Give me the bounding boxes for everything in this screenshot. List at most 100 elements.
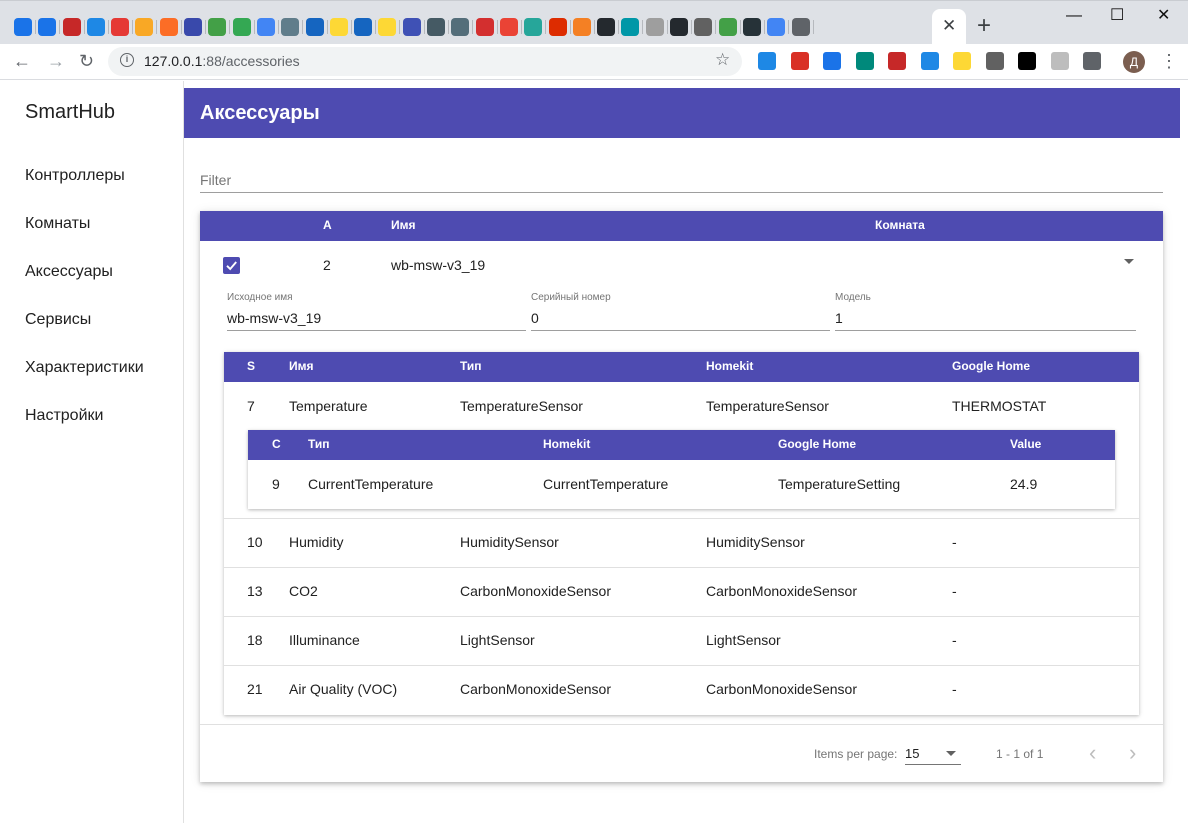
col-char-value[interactable]: Value <box>1010 437 1041 451</box>
extension-icon[interactable] <box>855 52 874 70</box>
forward-button[interactable]: → <box>47 50 65 72</box>
tab-favicon-icon[interactable] <box>38 18 61 36</box>
col-service-google[interactable]: Google Home <box>952 359 1030 373</box>
app-brand[interactable]: SmartHub <box>25 101 115 124</box>
tab-favicon-icon[interactable] <box>791 18 814 36</box>
browser-menu-icon[interactable]: ⋮ <box>1160 50 1178 72</box>
col-char-type[interactable]: Тип <box>308 437 330 451</box>
col-s[interactable]: S <box>247 359 255 373</box>
extension-icon[interactable] <box>1050 52 1069 70</box>
tab-favicon-icon[interactable] <box>159 18 182 36</box>
model-field[interactable]: 1 <box>835 310 843 326</box>
tab-favicon-icon[interactable] <box>427 18 450 36</box>
extension-icon[interactable] <box>758 52 776 70</box>
model-label: Модель <box>835 292 871 303</box>
sidebar-item-accessories[interactable]: Аксессуары <box>25 263 113 281</box>
next-page-button[interactable]: › <box>1129 741 1136 765</box>
tab-favicon-icon[interactable] <box>111 18 134 36</box>
tab-close-icon[interactable]: ✕ <box>942 16 956 36</box>
filter-input[interactable]: Filter <box>200 172 231 188</box>
tab-favicon-icon[interactable] <box>402 18 425 36</box>
col-char-homekit[interactable]: Homekit <box>543 437 590 451</box>
serial-number-field[interactable]: 0 <box>531 310 539 326</box>
sidebar-item-characteristics[interactable]: Характеристики <box>25 359 144 377</box>
url-text[interactable]: 127.0.0.1:88/accessories <box>144 53 300 69</box>
extension-icon[interactable] <box>888 52 906 70</box>
col-char-google[interactable]: Google Home <box>778 437 856 451</box>
maximize-button[interactable]: ☐ <box>1110 7 1124 25</box>
col-service-homekit[interactable]: Homekit <box>706 359 753 373</box>
tab-favicon-icon[interactable] <box>14 18 36 36</box>
tab-favicon-icon[interactable] <box>378 18 401 36</box>
extension-icon[interactable] <box>920 52 939 70</box>
col-service-type[interactable]: Тип <box>460 359 482 373</box>
extension-icon[interactable] <box>790 52 809 70</box>
col-c[interactable]: C <box>272 437 281 451</box>
characteristics-header-row: C Тип Homekit Google Home Value <box>248 430 1115 460</box>
tab-favicon-icon[interactable] <box>62 18 85 36</box>
sidebar-item-rooms[interactable]: Комнаты <box>25 215 90 233</box>
tab-favicon-icon[interactable] <box>354 18 377 36</box>
sidebar-item-controllers[interactable]: Контроллеры <box>25 167 125 185</box>
col-name[interactable]: Имя <box>391 218 416 232</box>
back-button[interactable]: ← <box>13 50 31 72</box>
bookmark-star-icon[interactable]: ☆ <box>715 51 730 69</box>
tab-favicon-icon[interactable] <box>670 18 693 36</box>
tab-favicon-icon[interactable] <box>184 18 207 36</box>
sidebar-item-settings[interactable]: Настройки <box>25 407 103 425</box>
url-path: :88/accessories <box>202 53 300 69</box>
tab-favicon-icon[interactable] <box>645 18 668 36</box>
service-name: Humidity <box>289 534 344 550</box>
extension-icon[interactable] <box>953 52 971 70</box>
new-tab-button[interactable]: + <box>977 13 991 39</box>
tab-favicon-icon[interactable] <box>548 18 571 36</box>
items-per-page-select[interactable]: 15 <box>905 746 919 761</box>
service-google: THERMOSTAT <box>952 398 1047 414</box>
tab-favicon-icon[interactable] <box>86 18 109 36</box>
extension-icon[interactable] <box>1018 52 1036 70</box>
tab-favicon-icon[interactable] <box>742 18 765 36</box>
service-type: HumiditySensor <box>460 534 559 550</box>
previous-page-button[interactable]: ‹ <box>1089 741 1096 765</box>
tab-favicon-icon[interactable] <box>694 18 717 36</box>
expand-icon[interactable] <box>1124 259 1134 264</box>
characteristic-c: 9 <box>272 476 280 492</box>
bookmark-tab-icons <box>14 15 816 39</box>
service-homekit: CarbonMonoxideSensor <box>706 583 857 599</box>
tab-favicon-icon[interactable] <box>597 18 620 36</box>
tab-favicon-icon[interactable] <box>451 18 474 36</box>
sidebar-item-services[interactable]: Сервисы <box>25 311 91 329</box>
tab-favicon-icon[interactable] <box>208 18 231 36</box>
original-name-label: Исходное имя <box>227 292 293 303</box>
tab-favicon-icon[interactable] <box>475 18 498 36</box>
row-divider <box>224 616 1139 617</box>
tab-favicon-icon[interactable] <box>621 18 644 36</box>
extension-icon[interactable] <box>985 52 1004 70</box>
original-name-field[interactable]: wb-msw-v3_19 <box>227 310 321 326</box>
col-a[interactable]: A <box>323 218 332 232</box>
tab-favicon-icon[interactable] <box>256 18 279 36</box>
tab-favicon-icon[interactable] <box>135 18 158 36</box>
extension-icon[interactable] <box>1083 52 1101 70</box>
tab-favicon-icon[interactable] <box>524 18 547 36</box>
profile-avatar[interactable]: Д <box>1123 51 1145 73</box>
chevron-down-icon[interactable] <box>946 751 956 756</box>
select-checkbox[interactable] <box>223 257 240 274</box>
reload-button[interactable]: ↻ <box>79 50 94 72</box>
col-service-name[interactable]: Имя <box>289 359 314 373</box>
service-google: - <box>952 534 957 550</box>
close-window-button[interactable]: ✕ <box>1157 7 1170 25</box>
tab-favicon-icon[interactable] <box>767 18 790 36</box>
minimize-button[interactable]: — <box>1066 7 1082 25</box>
tab-favicon-icon[interactable] <box>305 18 328 36</box>
accessories-table: A Имя Комната 2 wb-msw-v3_19 Исходное им… <box>200 211 1163 782</box>
tab-favicon-icon[interactable] <box>329 18 352 36</box>
tab-favicon-icon[interactable] <box>232 18 255 36</box>
tab-favicon-icon[interactable] <box>281 18 304 36</box>
tab-favicon-icon[interactable] <box>572 18 595 36</box>
site-info-icon[interactable]: i <box>120 53 134 67</box>
tab-favicon-icon[interactable] <box>499 18 522 36</box>
col-room[interactable]: Комната <box>875 218 925 232</box>
extension-icon[interactable] <box>823 52 841 70</box>
tab-favicon-icon[interactable] <box>718 18 741 36</box>
